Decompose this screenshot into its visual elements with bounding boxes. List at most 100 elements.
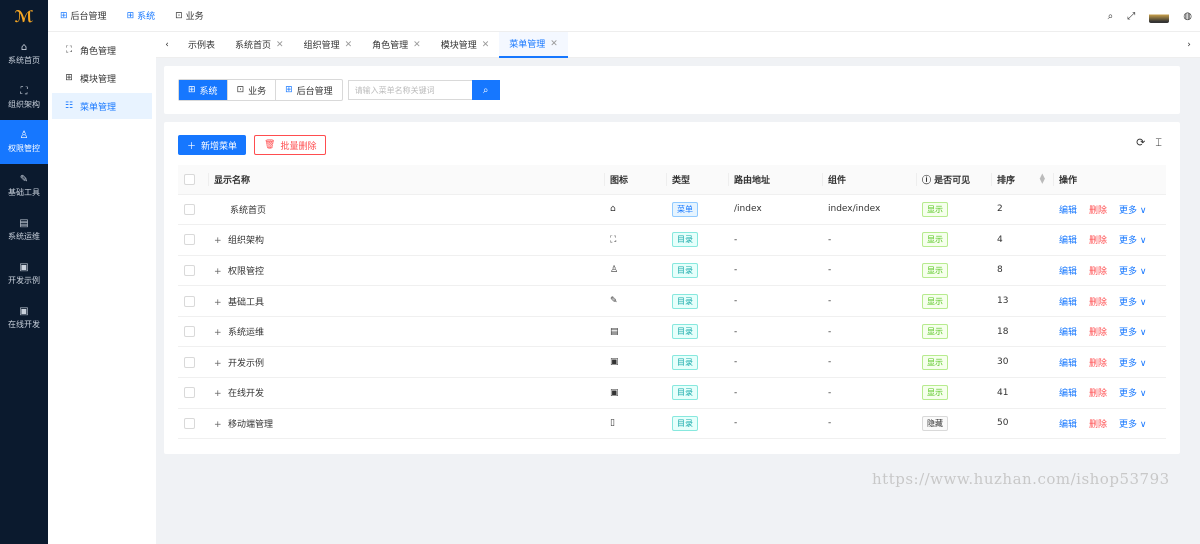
tab-scroll-left-button[interactable]: ‹ (156, 32, 178, 58)
more-button[interactable]: 更多 ∨ (1119, 420, 1146, 430)
delete-button[interactable]: 删除 (1089, 206, 1107, 216)
row-checkbox[interactable] (184, 295, 195, 307)
row-checkbox[interactable] (184, 203, 195, 215)
type-badge: 目录 (672, 354, 698, 370)
segment-backend[interactable]: ⊞ 后台管理 (276, 80, 342, 100)
tab-scroll-right-button[interactable]: › (1178, 32, 1200, 58)
name-cell: + 基础工具 (208, 285, 604, 317)
globe-icon[interactable]: ◍ (1183, 11, 1192, 22)
expand-icon[interactable]: + (214, 420, 226, 430)
menu-name: 系统运维 (228, 328, 265, 339)
top-menu-business[interactable]: ⊡ 业务 (175, 9, 204, 23)
edit-button[interactable]: 编辑 (1059, 298, 1077, 308)
close-icon[interactable]: ✕ (550, 39, 558, 49)
expand-icon[interactable]: + (214, 236, 226, 246)
more-button[interactable]: 更多 ∨ (1119, 236, 1146, 246)
edit-button[interactable]: 编辑 (1059, 359, 1077, 369)
tab-role[interactable]: 角色管理 ✕ (362, 32, 431, 58)
delete-button[interactable]: 删除 (1089, 389, 1107, 399)
top-menu-system[interactable]: ⊞ 系统 (127, 9, 156, 23)
sidebar-item-label: 权限管控 (8, 144, 40, 153)
tab-module[interactable]: 模块管理 ✕ (431, 32, 500, 58)
search-input[interactable] (347, 80, 472, 100)
tab-home[interactable]: 系统首页 ✕ (225, 32, 294, 58)
row-checkbox[interactable] (184, 234, 195, 246)
sidebar-item-4[interactable]: ▤ 系统运维 (0, 208, 48, 252)
select-all-checkbox[interactable] (184, 173, 195, 185)
subnav-item-menu[interactable]: ☷ 菜单管理 (52, 93, 152, 119)
delete-button[interactable]: 删除 (1089, 298, 1107, 308)
sidebar-item-6[interactable]: ▣ 在线开发 (0, 296, 48, 340)
expand-icon[interactable]: + (214, 328, 226, 338)
delete-button[interactable]: 删除 (1089, 267, 1107, 277)
edit-button[interactable]: 编辑 (1059, 420, 1077, 430)
sidebar-item-3[interactable]: ✎ 基础工具 (0, 164, 48, 208)
row-checkbox[interactable] (184, 264, 195, 276)
route-cell: - (728, 224, 822, 256)
add-menu-button[interactable]: ＋新增菜单 (178, 135, 247, 155)
sidebar-item-1[interactable]: ⛶ 组织架构 (0, 76, 48, 120)
name-cell: + 移动端管理 (208, 408, 604, 440)
fullscreen-icon[interactable]: ⤢ (1127, 11, 1135, 22)
close-icon[interactable]: ✕ (413, 40, 421, 50)
edit-button[interactable]: 编辑 (1059, 389, 1077, 399)
sidebar-item-0[interactable]: ⌂ 系统首页 (0, 32, 48, 76)
col-sort[interactable]: 排序 ▲ ▼ (991, 165, 1053, 195)
sidebar-item-label: 系统首页 (8, 56, 40, 65)
expand-icon[interactable]: + (214, 389, 226, 399)
chevron-down-icon: ∨ (1137, 389, 1147, 400)
book-icon: ▤ (19, 218, 29, 229)
sidebar-item-2[interactable]: ♙ 权限管控 (0, 120, 48, 164)
more-button[interactable]: 更多 ∨ (1119, 298, 1146, 308)
sidebar-item-5[interactable]: ▣ 开发示例 (0, 252, 48, 296)
search-button[interactable]: ⌕ (471, 80, 500, 100)
edit-button[interactable]: 编辑 (1059, 328, 1077, 338)
delete-button[interactable]: 删除 (1089, 420, 1107, 430)
subnav-item-role[interactable]: ⛶ 角色管理 (52, 37, 152, 63)
edit-button[interactable]: 编辑 (1059, 206, 1077, 216)
segment-system[interactable]: ⊞ 系统 (179, 80, 228, 100)
more-button[interactable]: 更多 ∨ (1119, 359, 1146, 369)
close-icon[interactable]: ✕ (345, 40, 353, 50)
icon-cell: ▣ (604, 346, 666, 379)
close-icon[interactable]: ✕ (276, 40, 284, 50)
col-route: 路由地址 (728, 165, 822, 195)
more-button[interactable]: 更多 ∨ (1119, 206, 1146, 216)
tab-org[interactable]: 组织管理 ✕ (294, 32, 363, 58)
row-checkbox[interactable] (184, 417, 195, 429)
edit-button[interactable]: 编辑 (1059, 236, 1077, 246)
subnav-item-module[interactable]: ⊞ 模块管理 (52, 65, 152, 91)
edit-button[interactable]: 编辑 (1059, 267, 1077, 277)
search-icon[interactable]: ⌕ (1108, 11, 1114, 22)
row-checkbox[interactable] (184, 356, 195, 368)
top-menu-backend[interactable]: ⊞ 后台管理 (60, 9, 107, 23)
row-checkbox[interactable] (184, 387, 195, 399)
refresh-icon[interactable]: ⟳ (1136, 136, 1145, 150)
expand-icon[interactable]: + (214, 298, 226, 308)
chevron-down-icon: ∨ (1137, 266, 1147, 277)
wrench-icon: ✎ (19, 174, 29, 185)
trash-icon: 🗑 (264, 140, 276, 150)
more-button[interactable]: 更多 ∨ (1119, 267, 1146, 277)
tab-example[interactable]: 示例表 (178, 32, 225, 58)
actions-cell: 编辑 删除 更多 ∨ (1053, 285, 1166, 317)
row-checkbox[interactable] (184, 326, 195, 338)
expand-icon[interactable]: + (214, 359, 226, 369)
menu-icon: ▣ (610, 387, 619, 398)
close-icon[interactable]: ✕ (482, 40, 490, 50)
sort-icon[interactable]: ▲ ▼ (1040, 173, 1045, 185)
actions-cell: 编辑 删除 更多 ∨ (1053, 408, 1166, 440)
batch-delete-button[interactable]: 🗑 批量删除 (254, 135, 327, 155)
search-icon: ⌕ (482, 84, 489, 96)
row-select-cell (178, 316, 208, 348)
expand-icon[interactable]: + (214, 267, 226, 277)
column-height-icon[interactable]: ⌶ (1155, 136, 1162, 150)
delete-button[interactable]: 删除 (1089, 236, 1107, 246)
tab-menu[interactable]: 菜单管理 ✕ (499, 31, 568, 58)
delete-button[interactable]: 删除 (1089, 359, 1107, 369)
more-button[interactable]: 更多 ∨ (1119, 328, 1146, 338)
avatar[interactable] (1149, 9, 1170, 23)
more-button[interactable]: 更多 ∨ (1119, 389, 1146, 399)
delete-button[interactable]: 删除 (1089, 328, 1107, 338)
segment-business[interactable]: ⊡ 业务 (228, 80, 277, 100)
